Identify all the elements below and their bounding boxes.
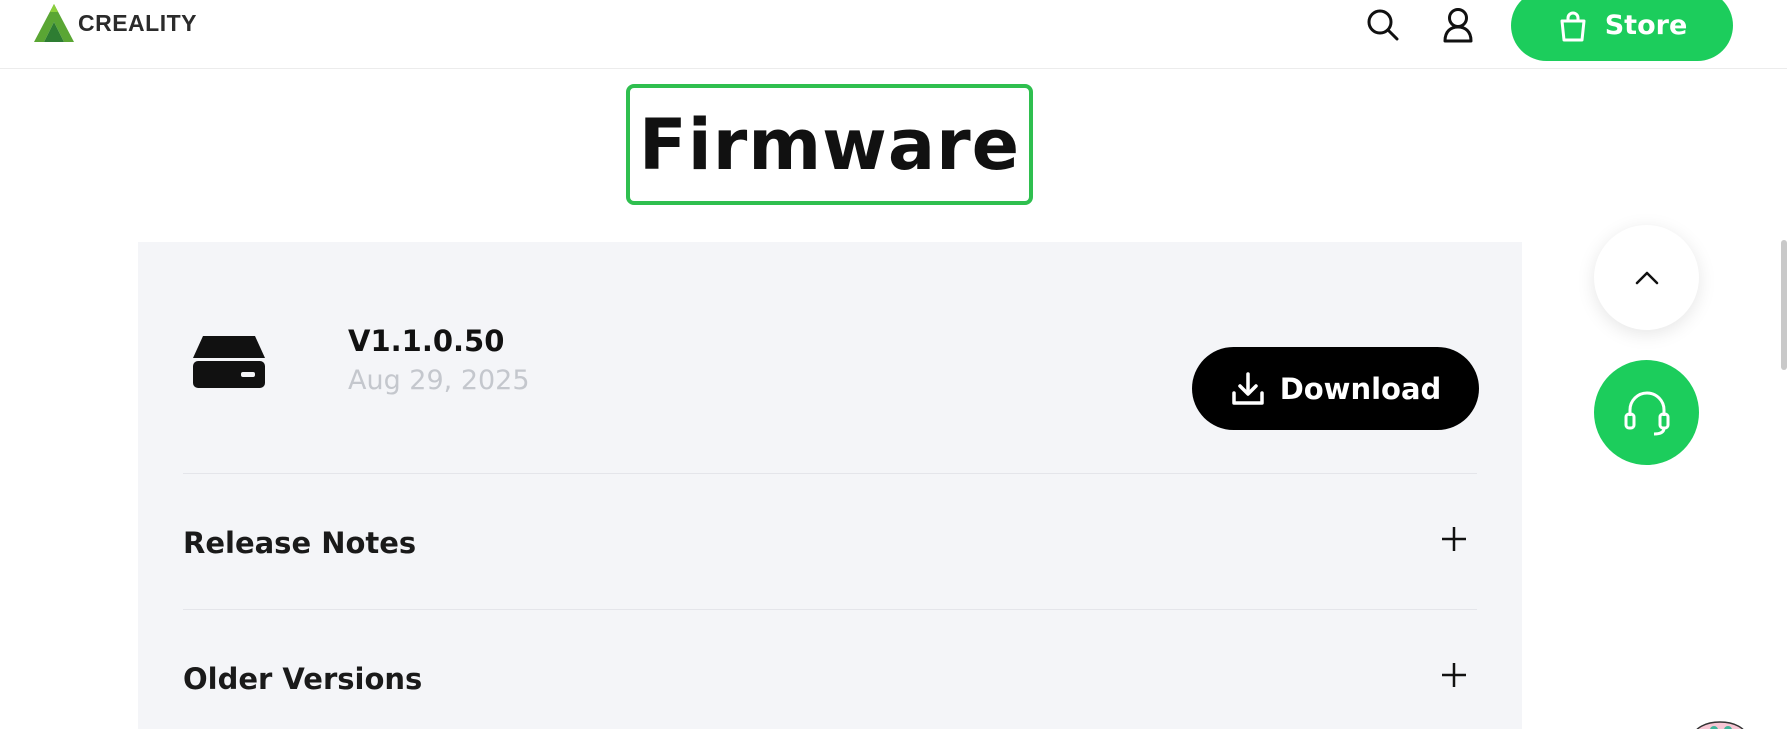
search-icon <box>1367 9 1399 41</box>
site-header: CREALITY Store <box>0 0 1787 69</box>
firmware-latest-row: V1.1.0.50 Aug 29, 2025 Download <box>183 242 1479 474</box>
firmware-version: V1.1.0.50 <box>348 324 505 358</box>
account-button[interactable] <box>1437 4 1479 46</box>
firmware-card: V1.1.0.50 Aug 29, 2025 Download Release … <box>138 242 1522 729</box>
accordion-release-notes[interactable]: Release Notes <box>183 474 1477 610</box>
chevron-up-icon <box>1635 271 1658 284</box>
plus-icon[interactable] <box>1439 524 1469 554</box>
download-button[interactable]: Download <box>1192 347 1479 430</box>
accordion-older-versions[interactable]: Older Versions <box>183 610 1477 729</box>
accordion-label: Release Notes <box>183 526 417 560</box>
chat-mascot-icon[interactable] <box>1690 712 1750 729</box>
download-icon <box>1231 371 1264 405</box>
store-button[interactable]: Store <box>1511 0 1733 61</box>
search-button[interactable] <box>1362 4 1404 46</box>
shopping-bag-icon <box>1560 11 1586 41</box>
accordion-label: Older Versions <box>183 662 423 696</box>
logo-text: CREALITY <box>78 9 197 36</box>
download-label: Download <box>1279 371 1442 406</box>
drive-icon <box>191 334 267 394</box>
page: CREALITY Store Firmware V1.1.0.50 Aug 29… <box>0 0 1787 729</box>
page-title: Firmware <box>638 103 1021 186</box>
store-label: Store <box>1604 10 1688 41</box>
plus-icon[interactable] <box>1439 660 1469 690</box>
creality-logo-icon <box>34 4 74 42</box>
headset-icon <box>1624 391 1669 435</box>
page-scrollbar[interactable] <box>1781 240 1787 370</box>
support-chat-button[interactable] <box>1594 360 1699 465</box>
logo[interactable]: CREALITY <box>32 2 197 44</box>
user-icon <box>1443 8 1473 43</box>
page-title-box: Firmware <box>626 84 1033 205</box>
firmware-date: Aug 29, 2025 <box>348 365 530 396</box>
back-to-top-button[interactable] <box>1594 225 1699 330</box>
